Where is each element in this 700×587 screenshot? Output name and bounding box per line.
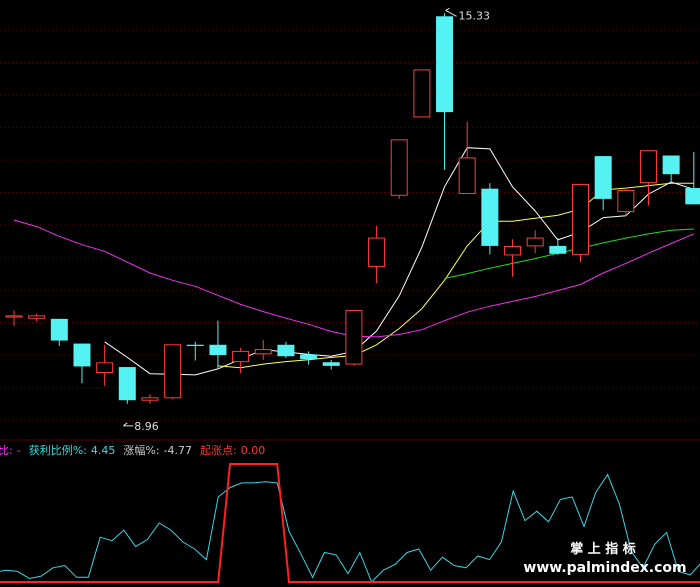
watermark: 掌 上 指 标 www.palmindex.com [523, 541, 686, 576]
candle [186, 341, 204, 361]
candle [617, 187, 635, 216]
candle [504, 239, 522, 277]
candle-body-down [73, 343, 91, 367]
candle [209, 320, 227, 369]
legend-label: 比: [0, 444, 13, 457]
candle [141, 394, 159, 404]
candle-body-down [322, 362, 340, 366]
candle [481, 183, 499, 255]
low-price-label: 8.96 [134, 420, 159, 433]
legend-label: 获利比例%: [29, 443, 87, 457]
candle [413, 69, 431, 118]
legend-value: - [17, 444, 21, 457]
candle [639, 150, 657, 206]
candle-body-down [300, 354, 318, 360]
candle [572, 183, 589, 263]
legend-label: 涨幅%: [123, 444, 159, 457]
candle-body-up [28, 315, 46, 319]
candle [164, 344, 182, 400]
candle [368, 226, 386, 284]
candle [254, 339, 272, 360]
candle [549, 238, 567, 255]
candle-body-down [594, 156, 612, 199]
candle [594, 156, 612, 211]
candle [345, 309, 363, 366]
high-price-label: 15.33 [459, 9, 491, 22]
candle [73, 343, 91, 384]
candle-body-down [186, 344, 204, 346]
candle-body-down [662, 155, 680, 175]
candle-body-up [458, 157, 476, 194]
indicator-legend: 比: - 获利比例%: 4.45 涨幅%: -4.77 起涨点: 0.00 [0, 443, 265, 457]
watermark-url: www.palmindex.com [523, 560, 686, 576]
legend-value: -4.77 [164, 444, 192, 457]
candle-body-up [504, 246, 522, 256]
candle [526, 230, 544, 254]
candle-body-up [617, 189, 635, 213]
candle-body-up [345, 309, 363, 365]
candle-body-up [413, 69, 431, 118]
candle-body-up [141, 397, 159, 401]
candle-body-down [685, 188, 700, 205]
candle [662, 155, 680, 184]
candle-body-up [232, 350, 250, 363]
candle-body-down [118, 367, 136, 401]
candle-body-up [572, 183, 589, 255]
candle-body-down [277, 344, 295, 357]
candle-body-up [368, 237, 386, 267]
candle-body-down [209, 344, 227, 356]
candle-body-up [96, 362, 114, 373]
candle-body-down [50, 318, 68, 341]
candle-body-down [549, 245, 567, 254]
candle [322, 359, 340, 370]
candle-body-up [5, 315, 23, 318]
candle-body-up [164, 344, 182, 399]
candle [458, 121, 476, 194]
legend-value: 4.45 [91, 444, 116, 457]
candle-body-down [481, 188, 499, 246]
candle [96, 344, 114, 386]
low-marker [123, 422, 134, 427]
candle [28, 313, 46, 322]
candle [5, 310, 23, 327]
candle-body-up [254, 349, 272, 355]
candle-body-up [526, 237, 544, 247]
candle [50, 318, 68, 346]
candle [232, 347, 250, 374]
stock-chart: 15.33 8.96 比: - 获利比例%: 4.45 涨幅%: -4.77 起涨点: 0.0… [0, 7, 700, 583]
watermark-title: 掌 上 指 标 [570, 541, 636, 557]
candle-body-up [639, 150, 657, 184]
candle [390, 139, 408, 199]
high-marker [445, 7, 457, 17]
legend-value: 0.00 [241, 444, 266, 457]
legend-label: 起涨点: [200, 444, 237, 457]
candle [277, 341, 295, 359]
indicator-legend-text: 比: - 获利比例%: 4.45 涨幅%: -4.77 起涨点: 0.00 [0, 443, 265, 457]
candle-body-up [390, 139, 408, 196]
candle-body-down [436, 16, 454, 113]
candle [436, 13, 454, 170]
candle [118, 367, 136, 404]
